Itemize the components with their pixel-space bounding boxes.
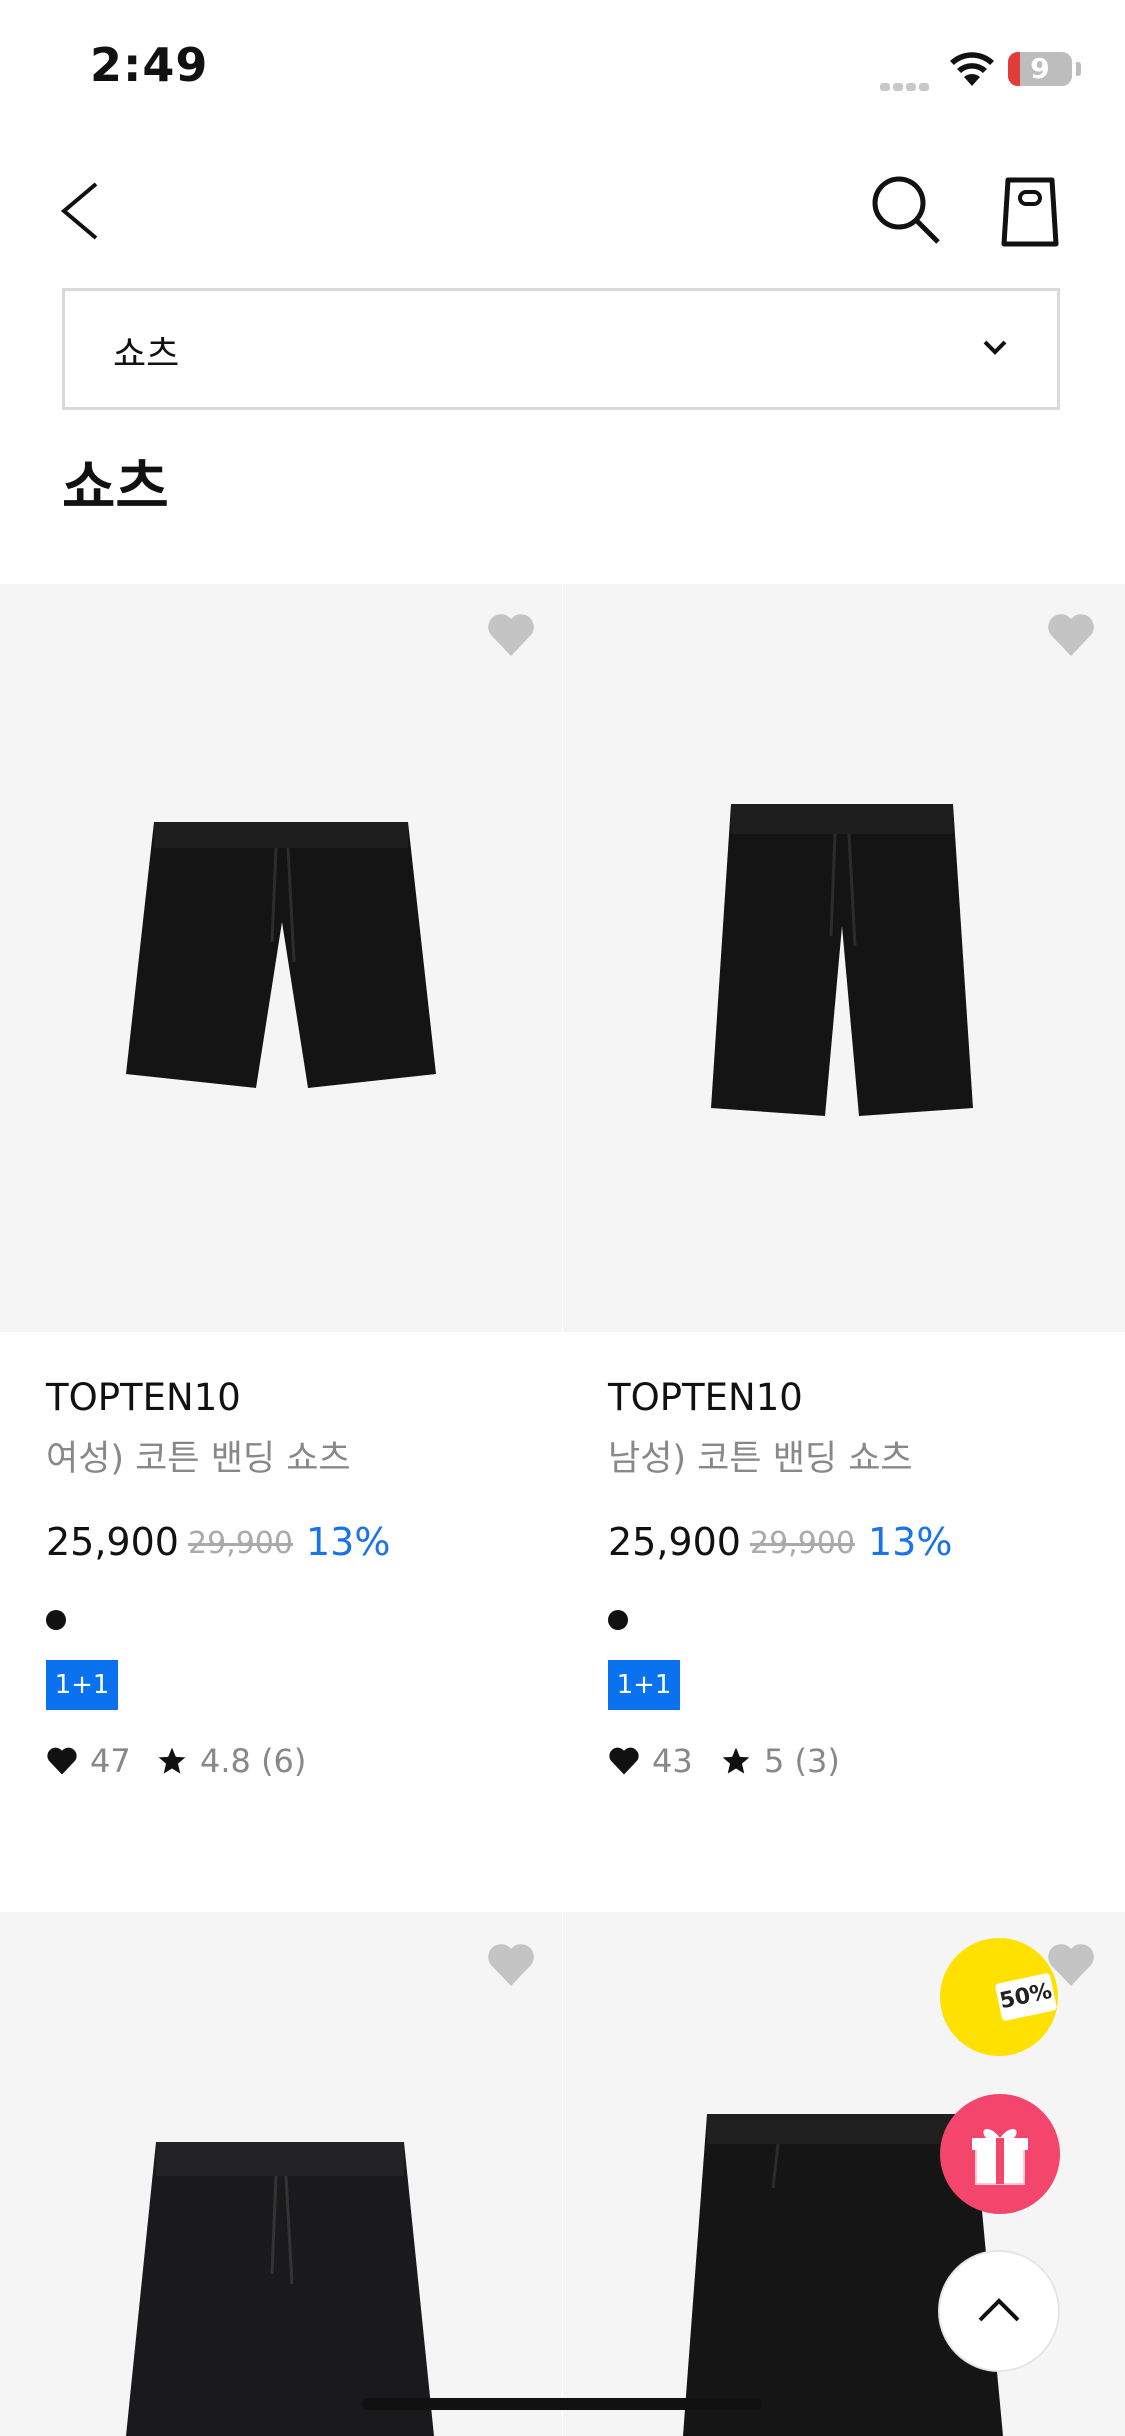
shorts-image	[126, 2142, 434, 2436]
product-price: 25,900	[46, 1520, 179, 1564]
product-original-price: 29,900	[750, 1526, 855, 1561]
product-discount: 13%	[306, 1520, 391, 1564]
rating: 4.8 (6)	[156, 1742, 306, 1780]
back-arrow-icon[interactable]	[52, 176, 112, 246]
product-image[interactable]	[0, 584, 562, 1332]
battery-level: 9	[1030, 52, 1050, 85]
shorts-image	[711, 804, 973, 1116]
product-image[interactable]	[563, 584, 1125, 1332]
product-image[interactable]	[0, 1912, 562, 2436]
cellular-signal-icon	[880, 76, 932, 95]
promo-badge: 1+1	[46, 1660, 118, 1710]
rating-value: 5 (3)	[764, 1742, 840, 1780]
product-discount: 13%	[868, 1520, 953, 1564]
coupon-button[interactable]: 50%	[940, 1938, 1058, 2056]
chevron-down-icon	[983, 340, 1007, 355]
arrow-up-icon	[978, 2298, 1020, 2322]
page-title: 쇼츠	[62, 453, 169, 521]
category-dropdown-value: 쇼츠	[113, 334, 180, 375]
star-icon	[158, 1747, 186, 1774]
product-brand: TOPTEN10	[46, 1376, 241, 1419]
gift-button[interactable]	[940, 2094, 1060, 2214]
shorts-image	[126, 822, 436, 1088]
heart-icon[interactable]	[486, 612, 536, 658]
product-brand: TOPTEN10	[608, 1376, 803, 1419]
like-count-value: 47	[90, 1742, 131, 1780]
category-dropdown[interactable]: 쇼츠	[62, 288, 1060, 410]
gift-icon	[972, 2128, 1028, 2185]
like-count: 43	[608, 1742, 693, 1780]
shopping-bag-icon[interactable]	[996, 170, 1064, 250]
status-bar: 2:49 9	[0, 0, 1125, 130]
wifi-icon	[950, 52, 994, 86]
search-icon[interactable]	[866, 170, 946, 250]
heart-icon[interactable]	[1046, 612, 1096, 658]
promo-badge: 1+1	[608, 1660, 680, 1710]
heart-icon	[609, 1747, 639, 1775]
coupon-label: 50%	[994, 1972, 1058, 2022]
battery-icon: 9	[1008, 52, 1072, 86]
product-original-price: 29,900	[188, 1526, 293, 1561]
scroll-to-top-button[interactable]	[938, 2250, 1060, 2372]
rating-value: 4.8 (6)	[200, 1742, 307, 1780]
product-name[interactable]: 여성) 코튼 밴딩 쇼츠	[46, 1430, 351, 1481]
color-swatch	[608, 1610, 628, 1630]
status-time: 2:49	[90, 38, 209, 92]
rating: 5 (3)	[720, 1742, 840, 1780]
heart-icon	[47, 1747, 77, 1775]
heart-icon[interactable]	[486, 1942, 536, 1988]
like-count: 47	[46, 1742, 131, 1780]
product-name[interactable]: 남성) 코튼 밴딩 쇼츠	[608, 1430, 913, 1481]
like-count-value: 43	[652, 1742, 693, 1780]
color-swatch	[46, 1610, 66, 1630]
home-indicator	[362, 2398, 762, 2410]
product-price: 25,900	[608, 1520, 741, 1564]
star-icon	[722, 1747, 750, 1774]
battery-tip	[1076, 62, 1081, 76]
